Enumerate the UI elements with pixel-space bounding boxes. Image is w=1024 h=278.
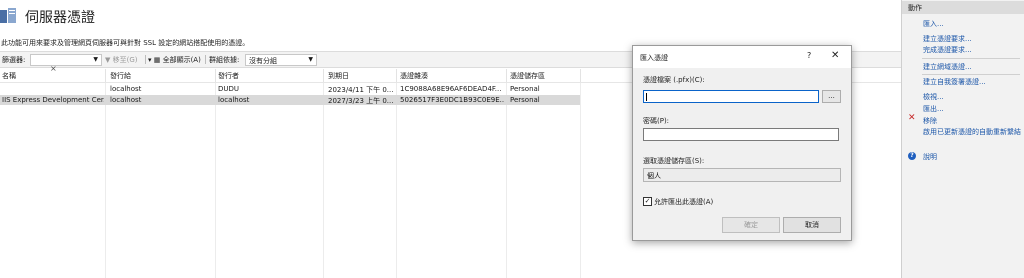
action-enable-auto-rebind[interactable]: 啟用已更新憑證的自動重新繫結 xyxy=(923,128,1021,137)
group-by-value: 沒有分組 xyxy=(249,57,277,65)
column-store[interactable]: 憑證儲存區 xyxy=(510,71,545,81)
group-by-label: 群組依據: xyxy=(209,56,240,64)
password-label: 密碼(P): xyxy=(643,117,670,125)
table-row-selected[interactable]: IIS Express Development Cer... localhost… xyxy=(0,95,580,105)
chevron-down-icon[interactable]: ▼ xyxy=(93,56,98,63)
browse-button[interactable]: ... xyxy=(822,90,841,103)
help-icon: ? xyxy=(908,152,916,160)
go-button[interactable]: ▼ 移至(G) xyxy=(105,55,138,65)
dialog-close-icon[interactable]: ✕ xyxy=(831,50,839,61)
action-complete-request[interactable]: 完成憑證要求... xyxy=(923,45,972,55)
chevron-down-icon[interactable]: ⌄ xyxy=(647,171,837,179)
group-by-select[interactable]: 沒有分組 ▼ xyxy=(245,54,317,66)
dialog-title: 匯入憑證 xyxy=(640,54,668,62)
server-certificate-icon xyxy=(0,8,16,23)
column-issued-to[interactable]: 發行給 xyxy=(110,71,131,81)
action-view[interactable]: 檢視... xyxy=(923,92,944,102)
cancel-button[interactable]: 取消 xyxy=(783,217,841,233)
actions-pane: 動作 匯入... 建立憑證要求... 完成憑證要求... 建立網域憑證... 建… xyxy=(901,0,1024,278)
actions-header: 動作 xyxy=(902,1,1024,14)
page-title: 伺服器憑證 xyxy=(25,10,95,26)
filter-input[interactable]: ▼ xyxy=(30,54,102,66)
remove-icon: ✕ xyxy=(908,113,916,123)
chevron-down-icon[interactable]: ▼ xyxy=(308,56,313,63)
action-help[interactable]: 說明 xyxy=(923,152,937,162)
action-create-domain-cert[interactable]: 建立網域憑證... xyxy=(923,62,972,72)
actions-separator xyxy=(922,74,1020,75)
allow-export-checkbox[interactable]: ✓ xyxy=(643,197,652,206)
file-label: 憑證檔案 (.pfx)(C): xyxy=(643,76,705,84)
import-certificate-dialog: 匯入憑證 ? ✕ 憑證檔案 (.pfx)(C): ... 密碼(P): 選取憑證… xyxy=(632,45,852,241)
toolbar-separator xyxy=(205,55,206,64)
filter-label: 篩選器: xyxy=(2,56,26,64)
column-expiry[interactable]: 到期日 xyxy=(328,71,349,81)
ok-button[interactable]: 確定 xyxy=(722,217,780,233)
store-select[interactable]: 個人 ⌄ xyxy=(643,168,841,182)
action-create-request[interactable]: 建立憑證要求... xyxy=(923,34,972,44)
column-issuer[interactable]: 發行者 xyxy=(218,71,239,81)
go-icon: ▼ xyxy=(105,56,113,64)
certificate-file-input[interactable] xyxy=(643,90,819,103)
store-label: 選取憑證儲存區(S): xyxy=(643,157,705,165)
action-import[interactable]: 匯入... xyxy=(923,19,944,29)
dialog-help-button[interactable]: ? xyxy=(807,51,811,60)
table-row[interactable]: localhost DUDU 2023/4/11 下午 0... 1C9088A… xyxy=(0,84,580,94)
action-export[interactable]: 匯出... xyxy=(923,104,944,114)
text-cursor xyxy=(646,93,647,101)
allow-export-label: 允許匯出此憑證(A) xyxy=(654,198,714,206)
show-all-icon: ▾ ▦ xyxy=(148,56,163,64)
dialog-body: 憑證檔案 (.pfx)(C): ... 密碼(P): 選取憑證儲存區(S): 個… xyxy=(633,68,851,240)
toolbar-separator xyxy=(145,55,146,64)
page-description: 此功能可用來要求及管理網頁伺服器可與針對 SSL 設定的網站搭配使用的憑證。 xyxy=(1,39,250,47)
column-name[interactable]: 名稱 xyxy=(2,71,16,81)
actions-separator xyxy=(922,58,1020,59)
action-remove[interactable]: 移除 xyxy=(923,116,937,126)
password-input[interactable] xyxy=(643,128,839,141)
show-all-button[interactable]: ▾ ▦ 全部顯示(A) xyxy=(148,55,201,65)
action-create-self-signed[interactable]: 建立自我簽署憑證... xyxy=(923,77,986,87)
column-hash[interactable]: 憑證雜湊 xyxy=(400,71,428,81)
